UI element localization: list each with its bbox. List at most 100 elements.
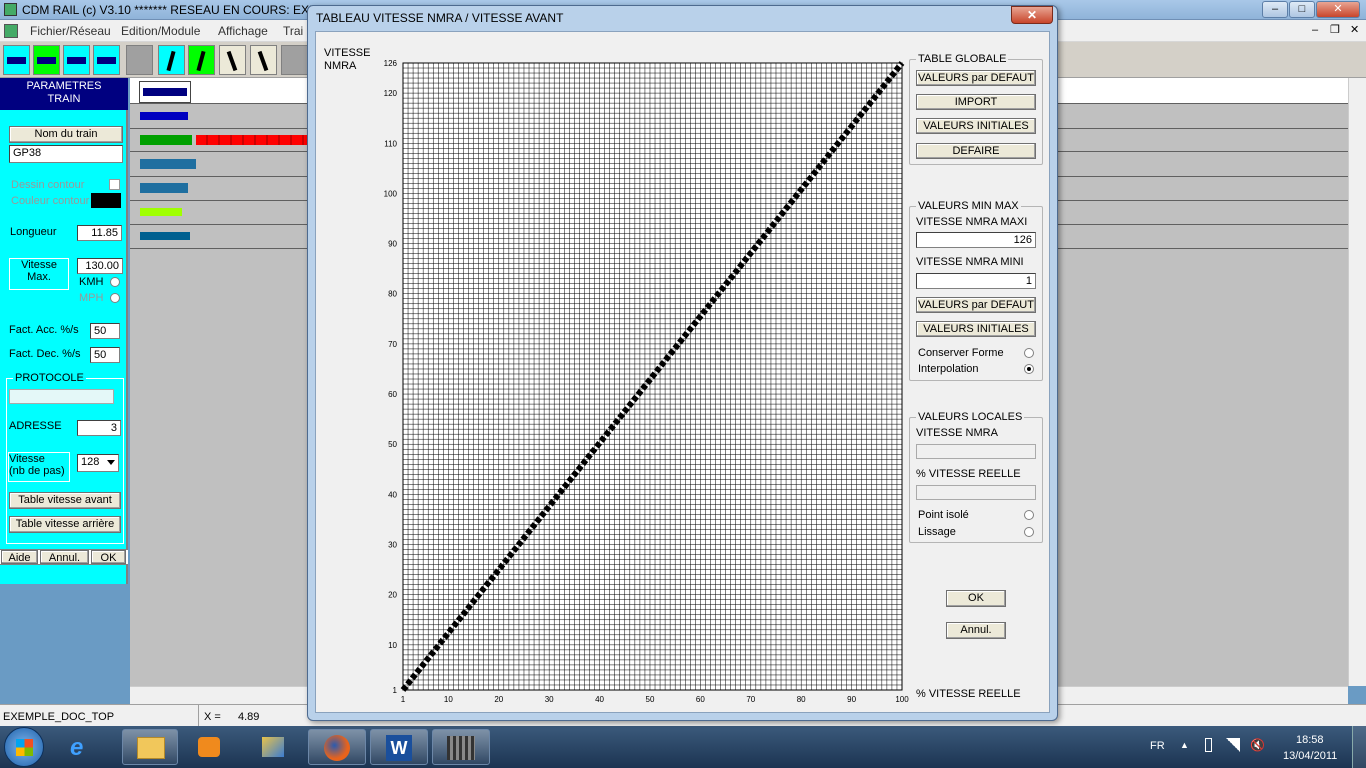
train-icon[interactable] xyxy=(140,183,188,193)
mdi-minimize-button[interactable]: – xyxy=(1312,24,1318,36)
ie-icon[interactable]: e xyxy=(62,732,102,762)
length-label: Longueur xyxy=(10,226,57,238)
minimize-button[interactable]: – xyxy=(1262,1,1288,18)
smoothing-radio[interactable] xyxy=(1024,527,1034,537)
nmra-max-field[interactable]: 126 xyxy=(916,232,1036,248)
nmra-max-label: VITESSE NMRA MAXI xyxy=(916,216,1028,228)
dialog-cancel-button[interactable]: Annul. xyxy=(946,622,1006,639)
vertical-scrollbar[interactable] xyxy=(1348,78,1366,686)
train-tool-3-button[interactable] xyxy=(63,45,90,75)
chevron-down-icon xyxy=(107,460,115,465)
kmh-radio[interactable] xyxy=(110,277,120,287)
maximize-button[interactable]: □ xyxy=(1289,1,1315,18)
length-field[interactable]: 11.85 xyxy=(77,225,122,241)
switch-tool-3-button[interactable] xyxy=(219,45,246,75)
train-icon[interactable] xyxy=(140,112,188,120)
maximize-icon: □ xyxy=(1298,3,1306,15)
undo-button[interactable]: DEFAIRE xyxy=(916,143,1036,159)
train-icon[interactable] xyxy=(196,135,308,145)
taskbar-firefox[interactable] xyxy=(308,729,366,765)
taskbar-word[interactable]: W xyxy=(370,729,428,765)
interpolation-radio[interactable] xyxy=(1024,364,1034,374)
cdm-rail-icon xyxy=(447,736,475,760)
keep-shape-radio[interactable] xyxy=(1024,348,1034,358)
local-real-field[interactable] xyxy=(916,485,1036,500)
switch-tool-2-button[interactable] xyxy=(188,45,215,75)
address-field[interactable]: 3 xyxy=(77,420,121,436)
train-tool-2-button[interactable] xyxy=(33,45,60,75)
blank-tool-2-button[interactable] xyxy=(281,45,308,75)
clock-date[interactable]: 13/04/2011 xyxy=(1283,750,1337,762)
panel-cancel-button[interactable]: Annul. xyxy=(40,550,89,564)
speed-steps-label-1: Vitesse xyxy=(9,453,45,465)
menu-affichage[interactable]: Affichage xyxy=(218,24,268,38)
global-default-values-button[interactable]: VALEURS par DEFAUT xyxy=(916,70,1036,86)
max-speed-field[interactable]: 130.00 xyxy=(77,258,123,274)
import-button[interactable]: IMPORT xyxy=(916,94,1036,110)
language-indicator[interactable]: FR xyxy=(1150,740,1165,752)
train-icon[interactable] xyxy=(140,159,196,169)
train-icon[interactable] xyxy=(140,232,190,240)
outline-color-swatch[interactable] xyxy=(91,193,121,208)
local-nmra-field[interactable] xyxy=(916,444,1036,459)
dialog-close-button[interactable]: ✕ xyxy=(1011,6,1053,24)
selected-train-cell[interactable] xyxy=(139,81,191,103)
dialog-ok-button[interactable]: OK xyxy=(946,590,1006,607)
taskbar-media-player[interactable] xyxy=(182,729,238,765)
taskbar-paint[interactable] xyxy=(246,729,302,765)
train-icon[interactable] xyxy=(140,208,182,216)
battery-icon[interactable] xyxy=(1205,738,1212,752)
x-tick-label: 50 xyxy=(646,695,655,704)
mph-radio[interactable] xyxy=(110,293,120,303)
close-button[interactable]: ✕ xyxy=(1316,1,1360,18)
train-icon[interactable] xyxy=(140,135,192,145)
status-x-label: X = xyxy=(204,711,221,723)
global-initial-values-button[interactable]: VALEURS INITIALES xyxy=(916,118,1036,134)
menu-fichier[interactable]: Fichier/Réseau xyxy=(30,24,111,38)
outline-drawing-checkbox[interactable] xyxy=(109,179,120,190)
taskbar-cdm-rail[interactable] xyxy=(432,729,490,765)
train-tool-1-button[interactable] xyxy=(3,45,30,75)
minmax-default-values-button[interactable]: VALEURS par DEFAUT xyxy=(916,297,1036,313)
menu-train[interactable]: Trai xyxy=(283,24,303,38)
help-button[interactable]: Aide xyxy=(1,550,38,564)
train-name-field[interactable]: GP38 xyxy=(9,145,123,163)
show-hidden-icons-icon[interactable]: ▲ xyxy=(1180,740,1189,750)
switch-tool-4-button[interactable] xyxy=(250,45,277,75)
minmax-initial-values-button[interactable]: VALEURS INITIALES xyxy=(916,321,1036,337)
keep-shape-label: Conserver Forme xyxy=(918,347,1004,359)
panel-title-line2: TRAIN xyxy=(47,93,81,105)
mdi-close-button[interactable]: ✕ xyxy=(1350,23,1359,36)
train-tool-4-button[interactable] xyxy=(93,45,120,75)
x-tick-label: 80 xyxy=(797,695,806,704)
start-button[interactable] xyxy=(4,727,44,767)
y-tick-label: 120 xyxy=(384,89,398,98)
forward-speed-table-button[interactable]: Table vitesse avant xyxy=(9,492,121,509)
reverse-speed-table-button[interactable]: Table vitesse arrière xyxy=(9,516,121,533)
volume-muted-icon[interactable]: 🔇 xyxy=(1250,738,1265,752)
isolated-point-radio[interactable] xyxy=(1024,510,1034,520)
clock-time[interactable]: 18:58 xyxy=(1296,734,1324,746)
train-name-button[interactable]: Nom du train xyxy=(9,126,123,143)
mdi-restore-button[interactable]: ❐ xyxy=(1330,23,1340,36)
network-icon[interactable] xyxy=(1226,738,1240,752)
local-nmra-label: VITESSE NMRA xyxy=(916,427,998,439)
acc-factor-field[interactable]: 50 xyxy=(90,323,120,339)
speed-chart[interactable]: 1 10 20 30 40 50 60 70 80 90 100110203040506070809… xyxy=(320,50,910,720)
taskbar-explorer[interactable] xyxy=(122,729,178,765)
train-icon xyxy=(143,88,187,96)
x-tick-label: 1 xyxy=(401,695,406,704)
blank-tool-button[interactable] xyxy=(126,45,153,75)
close-icon: ✕ xyxy=(1026,8,1038,22)
dec-factor-field[interactable]: 50 xyxy=(90,347,120,363)
panel-ok-button[interactable]: OK xyxy=(91,550,126,564)
show-desktop-button[interactable] xyxy=(1352,726,1366,768)
protocol-field[interactable] xyxy=(9,389,114,404)
y-tick-label: 70 xyxy=(388,340,397,349)
switch-icon xyxy=(226,50,238,72)
speed-steps-select[interactable]: 128 xyxy=(77,454,119,472)
nmra-min-field[interactable]: 1 xyxy=(916,273,1036,289)
switch-tool-1-button[interactable] xyxy=(158,45,185,75)
menu-edition[interactable]: Edition/Module xyxy=(121,24,200,38)
minmax-title: VALEURS MIN MAX xyxy=(916,200,1021,212)
